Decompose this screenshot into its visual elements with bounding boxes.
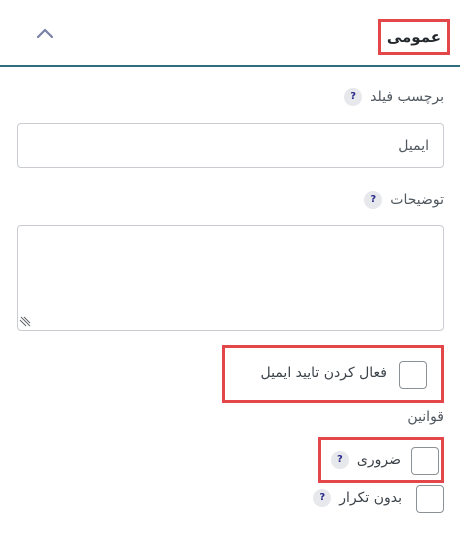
no-duplicate-help-icon[interactable]: ? [313,489,332,507]
required-label: ضروری [356,452,401,468]
field-label-row: برچسب فیلد ? [344,88,444,106]
rules-label: قوانین [407,409,444,425]
resize-grip-icon[interactable] [19,315,31,327]
required-help-icon[interactable]: ? [330,451,349,469]
description-help-icon[interactable]: ? [364,191,383,209]
required-checkbox[interactable] [411,447,439,475]
no-duplicate-label: بدون تکرار [339,490,402,506]
section-title[interactable]: عمومی [377,19,450,55]
collapse-button[interactable] [32,22,58,44]
required-row: ضروری ? [330,451,401,469]
email-verification-label: فعال کردن تایید ایمیل [260,365,387,381]
description-row: توضیحات ? [364,191,444,209]
no-duplicate-checkbox[interactable] [416,485,444,513]
header-divider [0,65,460,67]
description-textarea[interactable] [17,225,444,331]
field-label-label: برچسب فیلد [370,89,444,105]
description-label: توضیحات [390,192,444,208]
no-duplicate-row: بدون تکرار ? [313,489,402,507]
chevron-up-icon [37,28,53,38]
required-highlight: ضروری ? [318,437,444,483]
email-verification-checkbox[interactable] [399,361,427,389]
email-verification-highlight: فعال کردن تایید ایمیل [222,345,444,403]
field-label-help-icon[interactable]: ? [344,88,363,106]
field-label-input[interactable] [17,123,444,168]
